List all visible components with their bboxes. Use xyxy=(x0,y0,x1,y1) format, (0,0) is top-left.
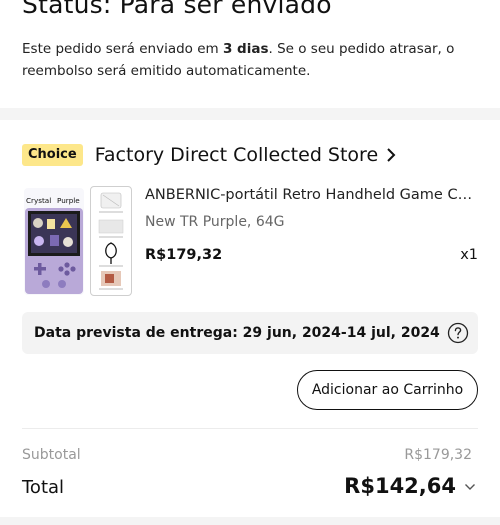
total-value[interactable]: R$142,64 xyxy=(344,474,456,498)
product-image[interactable]: Crystal Purple xyxy=(24,188,84,295)
product-accessories-image[interactable] xyxy=(90,186,132,296)
product-quantity: x1 xyxy=(460,247,478,263)
section-divider xyxy=(0,108,500,120)
choice-badge: Choice xyxy=(22,144,83,166)
status-description: Este pedido será enviado em 3 dias. Se o… xyxy=(22,38,482,82)
chevron-down-icon[interactable] xyxy=(464,482,476,492)
product-title[interactable]: ANBERNIC-portátil Retro Handheld Game Co… xyxy=(145,187,480,203)
status-description-days: 3 dias xyxy=(222,41,269,57)
accessories-image xyxy=(98,192,124,290)
product-variant: New TR Purple, 64G xyxy=(145,214,285,230)
total-label: Total xyxy=(22,477,65,498)
store-name[interactable]: Factory Direct Collected Store xyxy=(95,144,378,166)
subtotal-label: Subtotal xyxy=(22,447,81,463)
delivery-estimate-text: Data prevista de entrega: 29 jun, 2024-1… xyxy=(34,325,440,341)
chevron-right-icon[interactable] xyxy=(386,148,396,162)
subtotal-value: R$179,32 xyxy=(404,447,472,463)
game-console-image: Crystal Purple xyxy=(25,196,83,294)
image-label-right: Purple xyxy=(57,196,80,205)
status-description-prefix: Este pedido será enviado em xyxy=(22,41,223,57)
question-circle-icon[interactable] xyxy=(447,322,469,344)
page-title: Status: Para ser enviado xyxy=(22,0,332,19)
delivery-estimate-box: Data prevista de entrega: 29 jun, 2024-1… xyxy=(22,312,478,354)
add-to-cart-button[interactable]: Adicionar ao Carrinho xyxy=(297,370,478,410)
store-header[interactable]: Choice Factory Direct Collected Store xyxy=(22,142,396,168)
summary-divider xyxy=(22,428,478,429)
image-label-left: Crystal xyxy=(26,196,51,205)
product-price: R$179,32 xyxy=(145,247,223,263)
bottom-divider xyxy=(0,517,500,525)
